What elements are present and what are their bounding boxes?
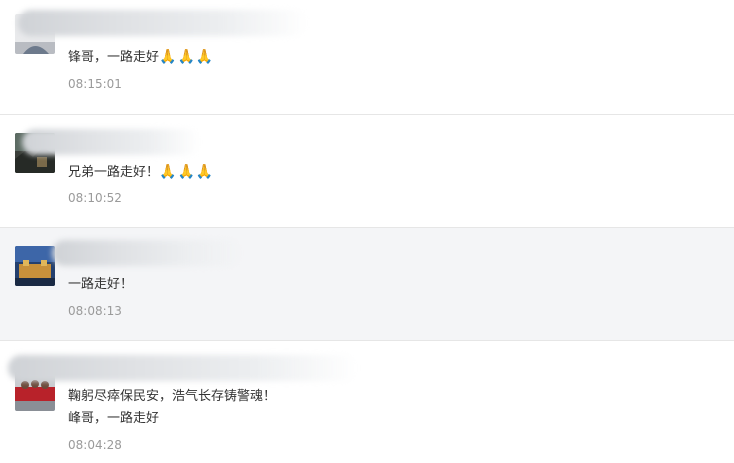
comment-item: 一路走好！ 08:08:13 — [0, 228, 734, 341]
comment-time: 08:15:01 — [68, 77, 122, 91]
comment-item: 兄弟一路走好！🙏🙏🙏 08:10:52 — [0, 115, 734, 228]
comment-time: 08:10:52 — [68, 191, 122, 205]
avatar[interactable] — [15, 246, 55, 286]
comment-text-line-1: 鞠躬尽瘁保民安，浩气长存铸警魂！ — [68, 389, 277, 404]
comment-text-line-2: 峰哥，一路走好 — [68, 411, 160, 426]
pray-emoji: 🙏🙏🙏 — [159, 49, 215, 65]
comment-time: 08:04:28 — [68, 438, 122, 452]
comment-item: 锋哥，一路走好🙏🙏🙏 08:15:01 — [0, 0, 734, 115]
comment-item: 鞠躬尽瘁保民安，浩气长存铸警魂！ 峰哥，一路走好 08:04:28 — [0, 341, 734, 463]
username-blurred — [22, 129, 200, 155]
comment-text: 一路走好！ — [68, 277, 134, 292]
username-blurred — [8, 355, 358, 381]
pray-emoji: 🙏🙏🙏 — [159, 164, 215, 180]
comment-time: 08:08:13 — [68, 304, 122, 318]
comment-text: 兄弟一路走好！🙏🙏🙏 — [68, 164, 215, 180]
username-blurred — [52, 240, 242, 266]
username-blurred — [18, 10, 308, 36]
comment-list: 锋哥，一路走好🙏🙏🙏 08:15:01 兄弟一路走好！🙏🙏🙏 08:10:52 — [0, 0, 734, 463]
comment-text: 锋哥，一路走好🙏🙏🙏 — [68, 49, 215, 65]
